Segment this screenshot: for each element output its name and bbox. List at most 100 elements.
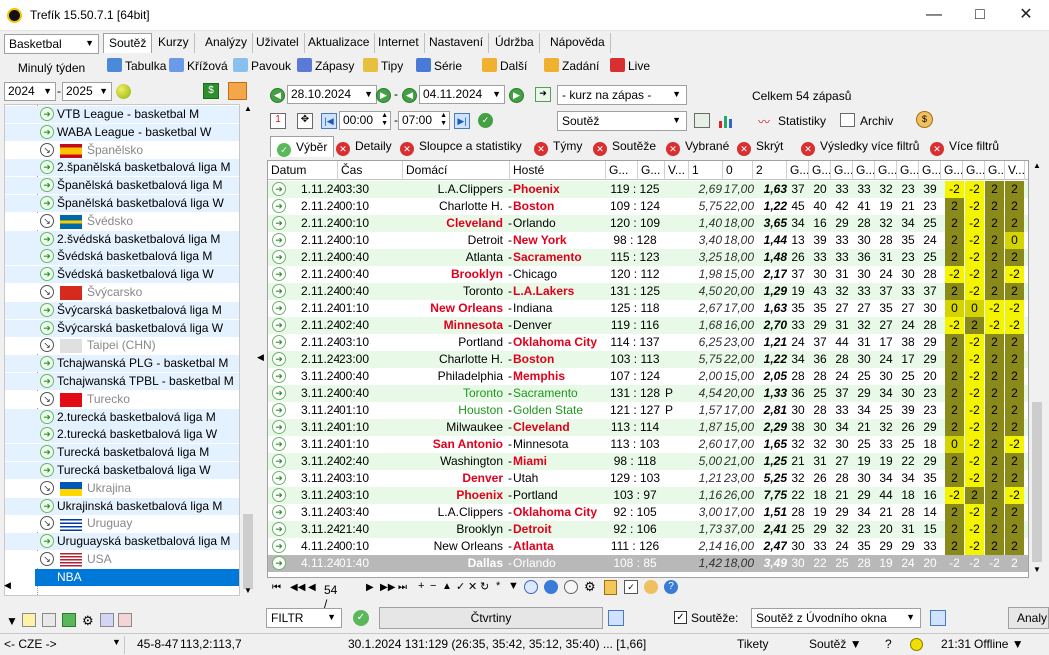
tree-country-item[interactable]: ↘ Ukrajina bbox=[5, 479, 239, 497]
expand-arrow-icon[interactable]: ↘ bbox=[40, 285, 54, 299]
checklist-icon[interactable]: ✓ bbox=[624, 580, 638, 594]
filter-tabs[interactable]: ✓ Výběr ✕ Detaily ✕ Sloupce a statistiky ✕ Týmy… bbox=[268, 136, 1046, 157]
source-option-icon[interactable] bbox=[930, 610, 946, 626]
tree-country-item[interactable]: ↘ Turecko bbox=[5, 390, 239, 408]
column-header[interactable]: V... bbox=[1005, 161, 1025, 180]
next-record-icon[interactable]: ▶ bbox=[366, 582, 374, 593]
language-chevron-icon[interactable]: ▼ bbox=[112, 637, 121, 647]
table-row[interactable]: ➜ 3.11.24 03:10 Phoenix - Portland 103 : 97 1,1… bbox=[268, 487, 1028, 504]
star-icon[interactable]: * bbox=[496, 580, 500, 592]
expand-arrow-icon[interactable]: ↘ bbox=[40, 391, 54, 406]
collapse-arrow-icon[interactable]: ◀ bbox=[257, 352, 264, 363]
print-icon[interactable] bbox=[118, 613, 132, 627]
tree-league-item[interactable]: ➜ 2.švédská basketbalová liga M bbox=[5, 230, 239, 248]
first-record-icon[interactable]: ⏮ bbox=[272, 582, 281, 593]
export-icon[interactable] bbox=[62, 613, 76, 627]
next-week-icon[interactable]: ▶ bbox=[509, 88, 524, 103]
table-row[interactable]: ➜ 2.11.24 00:10 Charlotte H. - Boston 109 : 12… bbox=[268, 198, 1028, 215]
gear-icon[interactable]: ⚙ bbox=[82, 613, 94, 629]
next-page-icon[interactable]: ▶▶ bbox=[380, 582, 395, 593]
table-row[interactable]: ➜ 4.11.24 00:10 New Orleans - Atlanta 111 : 12… bbox=[268, 538, 1028, 555]
tickets-button[interactable]: Tikety bbox=[737, 637, 769, 651]
filter-tab-1[interactable]: ✕ Detaily bbox=[336, 136, 392, 157]
money-icon[interactable]: $ bbox=[203, 83, 219, 99]
prev-week-icon[interactable]: ◀ bbox=[270, 88, 285, 103]
filter-tab-6[interactable]: ✕ Skrýt bbox=[737, 136, 783, 157]
filter-icon[interactable]: ▼ bbox=[6, 614, 18, 628]
year-from-select[interactable]: 2024 ▼ bbox=[4, 82, 56, 101]
competition-source-select[interactable]: Soutěž z Úvodního okna ▼ bbox=[751, 608, 921, 628]
filter-tab-4[interactable]: ✕ Soutěže bbox=[593, 136, 656, 157]
table-row[interactable]: ➜ 3.11.24 01:10 San Antonio - Minnesota 113 : … bbox=[268, 436, 1028, 453]
tree-league-item[interactable]: ➜ 2.turecká basketbalová liga M bbox=[5, 408, 239, 426]
table-row[interactable]: ➜ 2.11.24 00:10 Detroit - New York 98 : 128 3,4… bbox=[268, 232, 1028, 249]
scroll-up-icon[interactable]: ▲ bbox=[1033, 161, 1041, 170]
tree-league-item[interactable]: ➜ Španělská basketbalová liga M bbox=[5, 177, 239, 195]
tree-country-item[interactable]: ↘ Švýcarsko bbox=[5, 284, 239, 301]
first-time-icon[interactable]: |◀ bbox=[321, 113, 337, 129]
menu-tab-0[interactable]: Soutěž bbox=[103, 33, 153, 53]
filter-tab-0[interactable]: ✓ Výběr bbox=[270, 136, 335, 157]
apply-filter-icon[interactable]: ✓ bbox=[353, 610, 369, 626]
row-arrow-icon[interactable]: ➜ bbox=[272, 471, 286, 485]
close-button[interactable]: ✕ bbox=[1003, 0, 1049, 31]
row-arrow-icon[interactable]: ➜ bbox=[272, 335, 286, 349]
row-arrow-icon[interactable]: ➜ bbox=[272, 454, 286, 468]
tree-league-item[interactable]: ➜ Švédská basketbalová liga W bbox=[5, 266, 239, 284]
refresh-icon[interactable]: ↻ bbox=[480, 580, 489, 593]
tree-scrollbar[interactable]: ▲ ▼ bbox=[240, 104, 256, 596]
column-header[interactable]: G... bbox=[919, 161, 941, 180]
row-arrow-icon[interactable]: ➜ bbox=[272, 437, 286, 451]
column-header[interactable]: Hosté bbox=[510, 161, 606, 180]
money-bag-icon[interactable] bbox=[644, 580, 658, 594]
filter-tab-3[interactable]: ✕ Týmy bbox=[534, 136, 582, 157]
filter-select[interactable]: FILTR ▼ bbox=[266, 608, 342, 628]
filter-tab-8[interactable]: ✕ Více filtrů bbox=[930, 136, 999, 157]
toolbar-button-4[interactable]: Tipy bbox=[363, 57, 403, 75]
tree-league-item[interactable]: ➜ Ukrajinská basketbalová liga M bbox=[5, 497, 239, 515]
row-arrow-icon[interactable]: ➜ bbox=[272, 369, 286, 383]
competition-menu[interactable]: Soutěž ▼ bbox=[809, 637, 862, 651]
menu-tab-5[interactable]: Internet bbox=[373, 33, 425, 53]
list-icon[interactable] bbox=[100, 613, 114, 627]
expand-arrow-icon[interactable]: ↘ bbox=[40, 480, 54, 495]
grid-icon[interactable] bbox=[694, 113, 710, 128]
prev-record-icon[interactable]: ◀ bbox=[308, 582, 316, 593]
tree-league-item[interactable]: ➜ Švýcarská basketbalová liga W bbox=[5, 319, 239, 337]
expand-icon[interactable]: ✥ bbox=[297, 113, 313, 129]
coins-icon[interactable]: $ bbox=[916, 111, 933, 128]
table-row[interactable]: ➜ 2.11.24 00:40 Atlanta - Sacramento 115 : 123… bbox=[268, 249, 1028, 266]
time-to-input[interactable]: 07:00 ▲ ▼ bbox=[398, 111, 450, 130]
row-arrow-icon[interactable]: ➜ bbox=[272, 505, 286, 519]
toolbar-button-8[interactable]: Live bbox=[610, 57, 650, 75]
apply-icon[interactable]: ➜ bbox=[535, 87, 551, 102]
expand-arrow-icon[interactable]: ↘ bbox=[40, 213, 54, 228]
close-icon[interactable]: ✕ bbox=[930, 142, 944, 156]
table-row[interactable]: ➜ 2.11.24 01:10 New Orleans - Indiana 125 : 11… bbox=[268, 300, 1028, 317]
spinner-icon[interactable]: ▲ ▼ bbox=[381, 112, 388, 128]
table-row[interactable]: ➜ 3.11.24 02:40 Washington - Miami 98 : 118 5,0… bbox=[268, 453, 1028, 470]
row-arrow-icon[interactable]: ➜ bbox=[272, 318, 286, 332]
row-arrow-icon[interactable]: ➜ bbox=[272, 301, 286, 315]
sport-select[interactable]: Basketbal ▼ bbox=[4, 34, 99, 54]
column-header[interactable]: G... bbox=[897, 161, 919, 180]
language-switch[interactable]: <- CZE -> bbox=[4, 637, 57, 651]
close-icon[interactable]: ✕ bbox=[336, 142, 350, 156]
post-icon[interactable]: ✓ bbox=[456, 580, 465, 593]
scope-select[interactable]: Soutěž ▼ bbox=[557, 111, 687, 131]
table-row[interactable]: ➜ 1.11.24 03:30 L.A.Clippers - Phoenix 119 : 1… bbox=[268, 181, 1028, 198]
row-arrow-icon[interactable]: ➜ bbox=[272, 267, 286, 281]
column-header[interactable]: Datum bbox=[268, 161, 338, 180]
last-record-icon[interactable]: ⏭ bbox=[398, 582, 407, 593]
column-header[interactable]: 0 bbox=[723, 161, 753, 180]
table-scroll-thumb[interactable] bbox=[1032, 402, 1042, 562]
connection-status[interactable]: Offline ▼ bbox=[974, 637, 1024, 651]
delete-icon[interactable]: − bbox=[430, 580, 436, 592]
insert-icon[interactable]: + bbox=[418, 580, 424, 592]
table-row[interactable]: ➜ 2.11.24 00:40 Brooklyn - Chicago 120 : 112 1,… bbox=[268, 266, 1028, 283]
close-icon[interactable]: ✕ bbox=[534, 142, 548, 156]
tree-country-item[interactable]: ↘ USA bbox=[5, 551, 239, 568]
quarters-option-icon[interactable] bbox=[608, 610, 624, 626]
column-header[interactable]: G... bbox=[638, 161, 665, 180]
analysis-button[interactable]: Analy bbox=[1008, 607, 1049, 629]
